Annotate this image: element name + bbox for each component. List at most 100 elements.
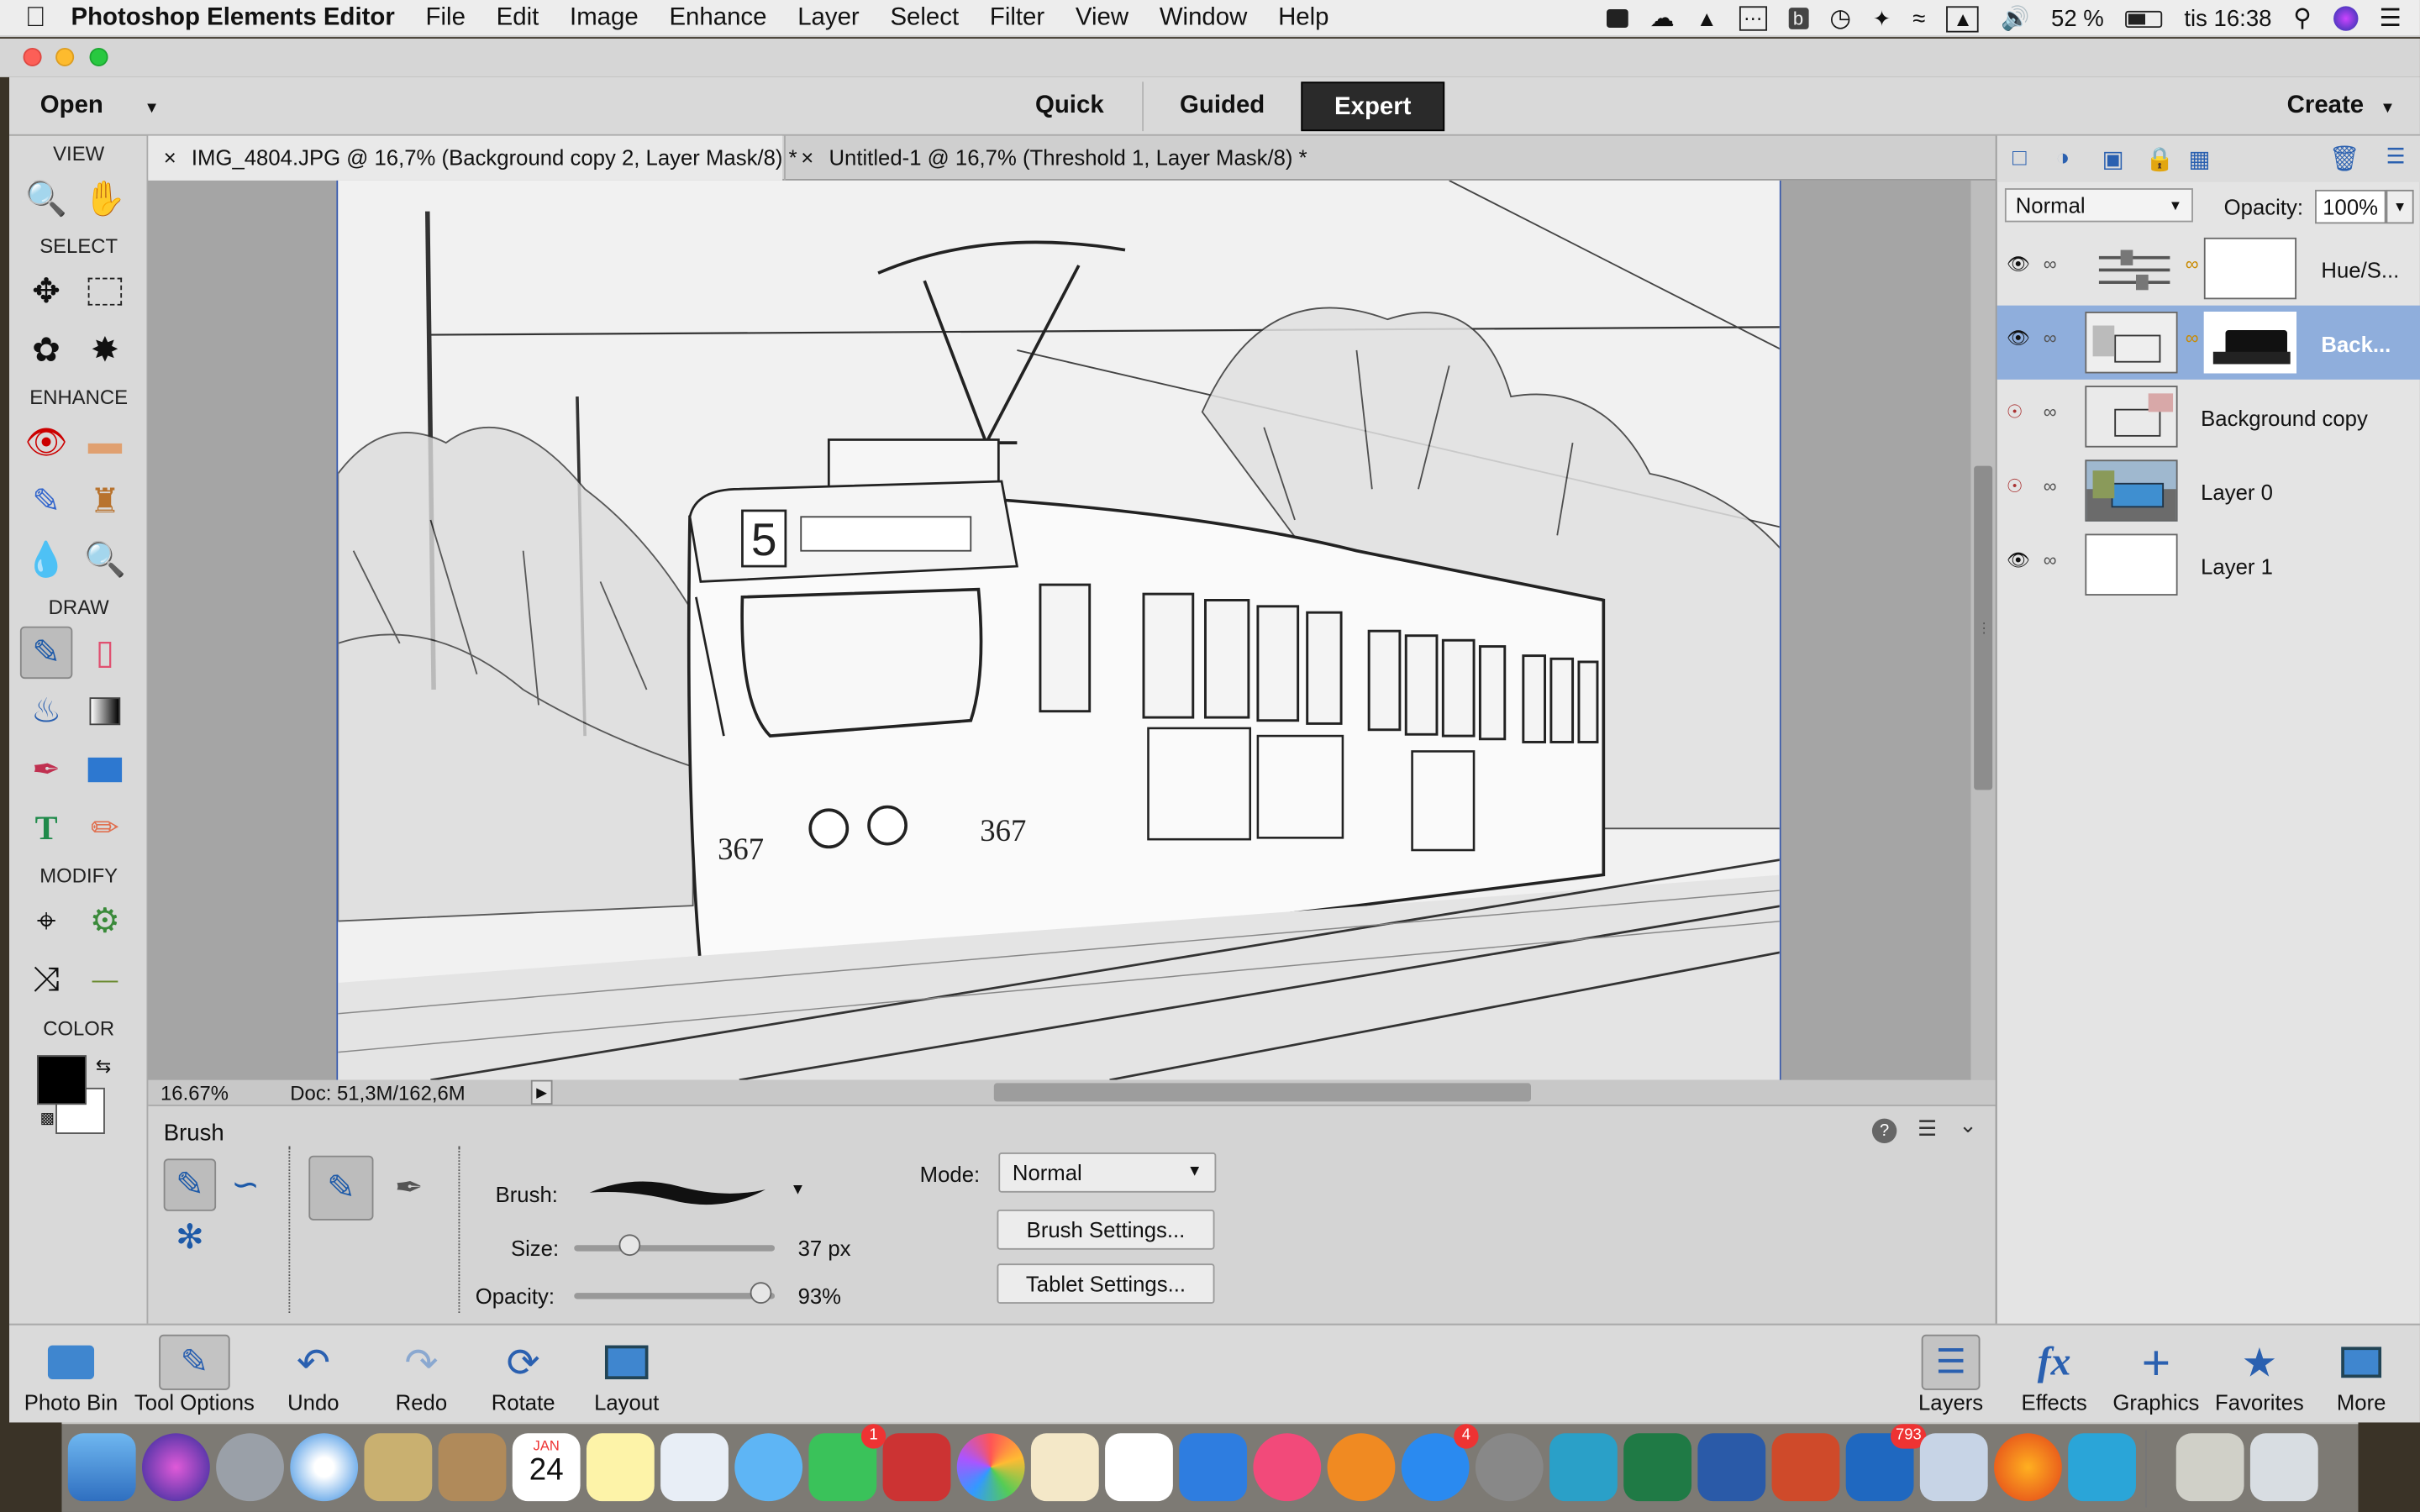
layer-row-layer-0[interactable]: ☉ ∞ Layer 0 <box>1997 454 2420 528</box>
close-tab-icon[interactable]: × <box>164 145 176 170</box>
menu-help[interactable]: Help <box>1278 4 1328 32</box>
help-icon[interactable]: ? <box>1871 1118 1897 1143</box>
calendar-icon[interactable]: JAN 24 <box>512 1433 581 1502</box>
impressionist-brush-icon[interactable]: ∽ <box>219 1158 271 1210</box>
spotlight-icon[interactable]: ⚲ <box>2293 3 2312 34</box>
link-icon[interactable]: ∞ <box>2044 475 2057 497</box>
smart-brush-tool-icon[interactable]: ✎ <box>20 475 72 528</box>
layer-mask-icon[interactable]: ▣ <box>2102 145 2124 172</box>
word-icon[interactable] <box>1697 1433 1766 1502</box>
panel-menu-icon[interactable]: ☰ <box>2386 144 2406 170</box>
size-slider-knob[interactable] <box>619 1234 641 1257</box>
hand-tool-icon[interactable]: ✋ <box>79 173 131 225</box>
blend-mode-select[interactable]: Normal ▼ <box>2004 188 2193 223</box>
link-icon[interactable]: ∞ <box>2044 549 2057 571</box>
preview-icon[interactable] <box>1919 1433 1988 1502</box>
link-icon[interactable]: ∞ <box>2044 402 2057 423</box>
minimize-window-icon[interactable] <box>55 47 75 66</box>
color-replacement-brush-icon[interactable]: ✻ <box>164 1211 216 1263</box>
zoom-level[interactable]: 16.67% <box>160 1082 229 1105</box>
menu-window[interactable]: Window <box>1160 4 1248 32</box>
firefox-icon[interactable] <box>1994 1433 2062 1502</box>
layer-mask-thumb[interactable] <box>2203 312 2297 374</box>
mode-select[interactable]: Normal ▼ <box>998 1152 1217 1193</box>
brush-mode-icon[interactable]: ✎ <box>308 1155 374 1221</box>
chevron-down-icon[interactable]: ▼ <box>790 1182 805 1199</box>
mode-quick-button[interactable]: Quick <box>997 81 1144 132</box>
options-menu-icon[interactable]: ☰ <box>1918 1116 1937 1142</box>
tab-img-4804[interactable]: × IMG_4804.JPG @ 16,7% (Background copy … <box>148 135 797 181</box>
photo-booth-icon[interactable] <box>882 1433 951 1502</box>
status-menu-arrow-icon[interactable]: ▶ <box>530 1079 553 1105</box>
link-icon[interactable]: ∞ <box>2044 327 2057 349</box>
crop-tool-icon[interactable]: ⌖ <box>20 895 72 947</box>
opacity-slider[interactable] <box>574 1293 776 1299</box>
siri-dock-icon[interactable] <box>141 1433 210 1502</box>
eye-icon[interactable]: 👁 <box>2007 549 2031 571</box>
layer-thumb[interactable] <box>2085 459 2178 522</box>
layer-mask-thumb[interactable] <box>2203 237 2297 300</box>
layer-opacity-input[interactable]: 100% <box>2315 189 2386 224</box>
zoom-tool-icon[interactable]: 🔍 <box>20 173 72 225</box>
layer-row-background-copy-2[interactable]: 👁 ∞ ∞ Back... <box>1996 305 2420 380</box>
sponge-tool-icon[interactable]: 🔍 <box>79 533 131 585</box>
wifi-icon[interactable]: ≈ <box>1912 5 1925 31</box>
collapse-panel-icon[interactable]: ⌄ <box>1959 1112 1977 1138</box>
photo-bin-button[interactable]: Photo Bin <box>9 1335 133 1415</box>
recompose-tool-icon[interactable]: ⚙ <box>79 895 131 947</box>
mask-link-icon[interactable]: ∞ <box>2186 327 2199 349</box>
powerpoint-icon[interactable] <box>1771 1433 1840 1502</box>
magic-wand-tool-icon[interactable]: ✸ <box>79 324 131 376</box>
close-tab-icon[interactable]: × <box>801 145 813 170</box>
healing-brush-tool-icon[interactable]: ▬ <box>79 417 131 469</box>
move-tool-icon[interactable]: ✥ <box>20 265 72 318</box>
red-eye-tool-icon[interactable]: 👁 <box>20 417 72 469</box>
facetime-icon[interactable]: 1 <box>808 1424 886 1502</box>
chevron-down-icon[interactable]: ▼ <box>144 100 159 117</box>
airbrush-mode-icon[interactable]: ✒ <box>376 1156 441 1221</box>
app-name-menu[interactable]: Photoshop Elements Editor <box>71 4 394 32</box>
cloud-icon[interactable]: ☁ <box>1649 3 1674 34</box>
mail-icon[interactable] <box>364 1433 433 1502</box>
open-button[interactable]: Open ▼ <box>40 92 160 120</box>
volume-icon[interactable]: 🔊 <box>2001 5 2029 32</box>
tablet-settings-button[interactable]: Tablet Settings... <box>997 1263 1215 1305</box>
clone-stamp-tool-icon[interactable]: ♜ <box>79 475 131 528</box>
eyedropper-tool-icon[interactable]: ✒ <box>20 743 72 795</box>
layer-row-background-copy[interactable]: ☉ ∞ Background copy <box>1997 380 2420 454</box>
mode-guided-button[interactable]: Guided <box>1145 81 1300 131</box>
pencil-tool-icon[interactable]: ✏ <box>79 802 131 854</box>
default-colors-icon[interactable]: ▩ <box>40 1110 55 1127</box>
numbers-icon[interactable] <box>1105 1433 1173 1502</box>
link-icon[interactable]: ∞ <box>2044 253 2057 275</box>
brush-tool-icon[interactable]: ✎ <box>19 626 73 680</box>
menu-edit[interactable]: Edit <box>497 4 539 32</box>
siri-icon[interactable] <box>2333 6 2358 31</box>
lasso-tool-icon[interactable]: ✿ <box>20 324 72 376</box>
panel-resize-handle[interactable]: ⋮ <box>1977 620 1991 637</box>
mask-link-icon[interactable]: ∞ <box>2186 253 2199 275</box>
content-aware-move-tool-icon[interactable]: ⤨ <box>20 953 72 1005</box>
battery-percent[interactable]: 52 % <box>2051 5 2104 31</box>
tool-options-button[interactable]: ✎ Tool Options <box>133 1334 256 1415</box>
foreground-color-swatch[interactable] <box>37 1055 87 1105</box>
adobe-elements-icon[interactable] <box>2068 1433 2136 1502</box>
contacts-icon[interactable] <box>438 1433 507 1502</box>
adjustment-layer-icon[interactable]: ◑ <box>2055 145 2070 171</box>
lastpass-icon[interactable]: ⋯ <box>1739 6 1767 31</box>
menu-layer[interactable]: Layer <box>797 4 860 32</box>
clock[interactable]: tis 16:38 <box>2184 5 2271 31</box>
notes-icon[interactable] <box>586 1433 655 1502</box>
brush-settings-button[interactable]: Brush Settings... <box>997 1209 1215 1250</box>
menu-file[interactable]: File <box>426 4 466 32</box>
horizontal-scroll-thumb[interactable] <box>993 1083 1532 1102</box>
tab-untitled-1[interactable]: × Untitled-1 @ 16,7% (Threshold 1, Layer… <box>784 135 1307 181</box>
finder-icon[interactable] <box>67 1433 136 1502</box>
lock-transparency-icon[interactable]: ▦ <box>2188 145 2210 172</box>
lync-icon[interactable] <box>1549 1433 1618 1502</box>
eye-hidden-icon[interactable]: ☉ <box>2007 402 2023 423</box>
menu-filter[interactable]: Filter <box>990 4 1044 32</box>
marquee-tool-icon[interactable] <box>79 265 131 318</box>
pages-icon[interactable] <box>1030 1433 1099 1502</box>
lock-icon[interactable]: 🔒 <box>2145 145 2174 172</box>
